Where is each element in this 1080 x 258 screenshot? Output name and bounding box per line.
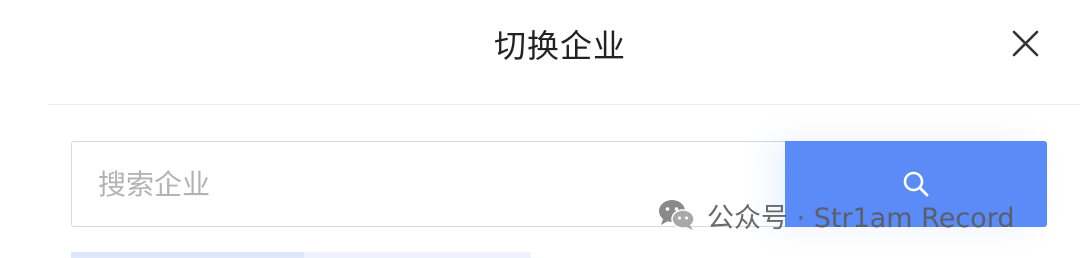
search-button[interactable] — [785, 141, 1047, 227]
company-search — [71, 141, 1047, 229]
search-icon — [903, 171, 929, 197]
dialog-title: 切换企业 — [493, 27, 626, 65]
close-icon — [1012, 30, 1039, 57]
tab-indicator-active — [71, 252, 304, 258]
result-tabs-strip — [71, 252, 531, 258]
header-divider — [48, 104, 1080, 105]
dialog-header: 切换企业 — [0, 0, 1080, 104]
company-search-input[interactable] — [71, 141, 787, 227]
close-button[interactable] — [1004, 22, 1048, 66]
tab-indicator — [304, 252, 531, 258]
